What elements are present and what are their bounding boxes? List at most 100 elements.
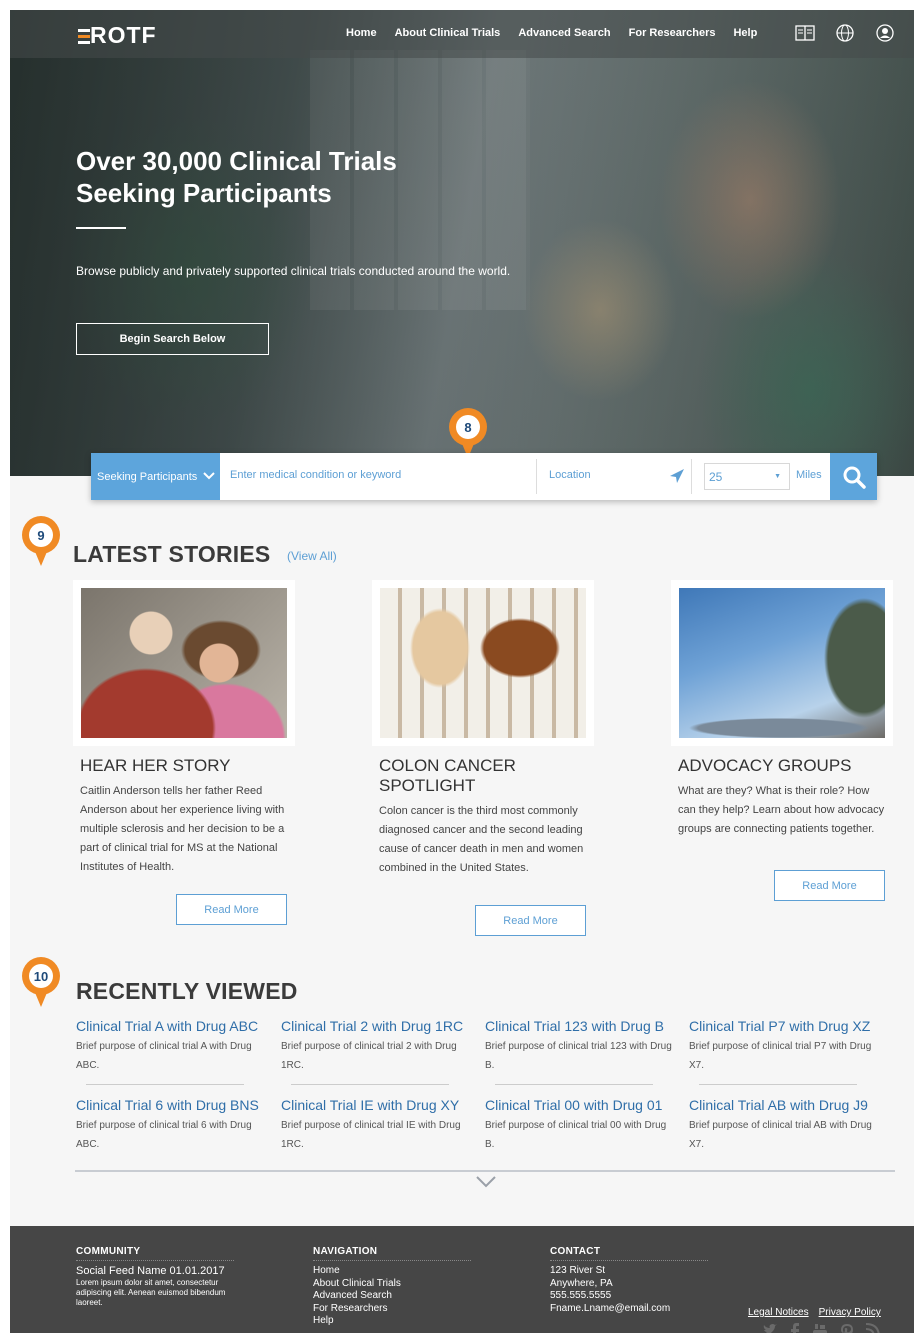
- story-title[interactable]: ADVOCACY GROUPS: [671, 756, 871, 776]
- social-feed-title[interactable]: Social Feed Name 01.01.2017: [76, 1265, 234, 1277]
- story-photo[interactable]: [81, 588, 287, 738]
- recent-trial-description: Brief purpose of clinical trial AB with …: [689, 1120, 872, 1150]
- twitter-icon[interactable]: [762, 1323, 778, 1333]
- read-more-button[interactable]: Read More: [774, 870, 885, 901]
- globe-icon[interactable]: [835, 23, 855, 43]
- nav-link-home[interactable]: Home: [346, 27, 377, 39]
- annotation-marker-number: 8: [456, 415, 480, 439]
- youtube-icon[interactable]: [812, 1323, 828, 1333]
- footer-heading: CONTACT: [550, 1246, 708, 1261]
- footer-navigation: NAVIGATION Home About Clinical Trials Ad…: [313, 1246, 471, 1328]
- trial-status-dropdown[interactable]: Seeking Participants: [91, 453, 220, 500]
- logo-text: ROTF: [90, 22, 157, 48]
- recent-trial-item: Clinical Trial 2 with Drug 1RC Brief pur…: [281, 1018, 471, 1075]
- story-image-frame: [73, 580, 295, 746]
- search-icon: [843, 466, 866, 489]
- divider: [536, 459, 537, 494]
- story-title[interactable]: HEAR HER STORY: [73, 756, 273, 776]
- keyword-search-input[interactable]: Enter medical condition or keyword: [230, 469, 401, 481]
- hero-photo-overlay: [10, 10, 914, 476]
- recent-trial-description: Brief purpose of clinical trial A with D…: [76, 1041, 252, 1071]
- recent-trial-link[interactable]: Clinical Trial 123 with Drug B: [485, 1018, 675, 1034]
- footer-heading: COMMUNITY: [76, 1246, 234, 1261]
- section-divider: [75, 1170, 895, 1172]
- recent-trial-link[interactable]: Clinical Trial 00 with Drug 01: [485, 1097, 675, 1113]
- contact-phone[interactable]: 555.555.5555: [550, 1290, 708, 1303]
- recent-trial-link[interactable]: Clinical Trial P7 with Drug XZ: [689, 1018, 879, 1034]
- footer-contact: CONTACT 123 River St Anywhere, PA 555.55…: [550, 1246, 708, 1315]
- story-card: COLON CANCER SPOTLIGHT Colon cancer is t…: [372, 580, 594, 950]
- divider: [495, 1084, 653, 1085]
- recent-trial-description: Brief purpose of clinical trial P7 with …: [689, 1041, 872, 1071]
- location-input[interactable]: Location: [549, 469, 591, 481]
- footer-community: COMMUNITY Social Feed Name 01.01.2017 Lo…: [76, 1246, 234, 1308]
- divider: [699, 1084, 857, 1085]
- footer: COMMUNITY Social Feed Name 01.01.2017 Lo…: [10, 1226, 914, 1333]
- site-logo[interactable]: ROTF: [78, 22, 157, 49]
- recent-trial-link[interactable]: Clinical Trial AB with Drug J9: [689, 1097, 879, 1113]
- recent-trial-item: Clinical Trial A with Drug ABC Brief pur…: [76, 1018, 266, 1075]
- divider: [86, 1084, 244, 1085]
- story-card: HEAR HER STORY Caitlin Anderson tells he…: [73, 580, 295, 940]
- top-navigation: ROTF Home About Clinical Trials Advanced…: [10, 10, 914, 58]
- facebook-icon[interactable]: [790, 1323, 800, 1333]
- recent-trial-description: Brief purpose of clinical trial IE with …: [281, 1120, 461, 1150]
- search-button[interactable]: [830, 453, 877, 500]
- footer-link-home[interactable]: Home: [313, 1265, 471, 1278]
- nav-link-for-researchers[interactable]: For Researchers: [629, 27, 716, 39]
- pinterest-icon[interactable]: [840, 1323, 854, 1333]
- recent-trial-item: Clinical Trial 00 with Drug 01 Brief pur…: [485, 1097, 675, 1154]
- footer-link-about-clinical-trials[interactable]: About Clinical Trials: [313, 1278, 471, 1291]
- footer-link-for-researchers[interactable]: For Researchers: [313, 1303, 471, 1316]
- recent-trial-description: Brief purpose of clinical trial 6 with D…: [76, 1120, 252, 1150]
- distance-value: 25: [709, 470, 723, 484]
- story-image-frame: [372, 580, 594, 746]
- story-excerpt: Caitlin Anderson tells her father Reed A…: [80, 785, 285, 873]
- read-more-button[interactable]: Read More: [475, 905, 586, 936]
- nav-link-advanced-search[interactable]: Advanced Search: [518, 27, 610, 39]
- distance-select[interactable]: 25 ▼: [704, 463, 790, 490]
- recent-trial-link[interactable]: Clinical Trial A with Drug ABC: [76, 1018, 266, 1034]
- hero-banner: ROTF Home About Clinical Trials Advanced…: [10, 10, 914, 476]
- nav-link-help[interactable]: Help: [733, 27, 757, 39]
- book-icon[interactable]: [795, 23, 815, 43]
- hero-title-line-2: Seeking Participants: [76, 178, 332, 208]
- recent-trial-description: Brief purpose of clinical trial 123 with…: [485, 1041, 672, 1071]
- begin-search-button[interactable]: Begin Search Below: [76, 323, 269, 355]
- annotation-marker-10: 10: [22, 957, 60, 1009]
- rss-icon[interactable]: [865, 1323, 880, 1333]
- legal-notices-link[interactable]: Legal Notices: [748, 1307, 809, 1318]
- story-photo[interactable]: [679, 588, 885, 738]
- story-title[interactable]: COLON CANCER SPOTLIGHT: [372, 756, 572, 796]
- recent-trial-link[interactable]: Clinical Trial 6 with Drug BNS: [76, 1097, 266, 1113]
- story-photo[interactable]: [380, 588, 586, 738]
- story-excerpt: Colon cancer is the third most commonly …: [379, 805, 584, 874]
- recent-trial-link[interactable]: Clinical Trial IE with Drug XY: [281, 1097, 471, 1113]
- footer-link-advanced-search[interactable]: Advanced Search: [313, 1290, 471, 1303]
- story-image-frame: [671, 580, 893, 746]
- view-all-stories-link[interactable]: (View All): [287, 549, 337, 563]
- story-excerpt: What are they? What is their role? How c…: [678, 785, 885, 835]
- recently-viewed-heading: RECENTLY VIEWED: [76, 978, 298, 1004]
- contact-email[interactable]: Fname.Lname@email.com: [550, 1303, 708, 1316]
- footer-heading: NAVIGATION: [313, 1246, 471, 1261]
- read-more-button[interactable]: Read More: [176, 894, 287, 925]
- caret-down-icon: ▼: [774, 473, 781, 480]
- nav-link-about-clinical-trials[interactable]: About Clinical Trials: [395, 27, 501, 39]
- recent-trial-link[interactable]: Clinical Trial 2 with Drug 1RC: [281, 1018, 471, 1034]
- annotation-marker-number: 9: [29, 523, 53, 547]
- recent-trial-description: Brief purpose of clinical trial 00 with …: [485, 1120, 667, 1150]
- location-arrow-icon[interactable]: [669, 468, 685, 489]
- chevron-down-icon: [203, 471, 215, 483]
- user-icon[interactable]: [875, 23, 895, 43]
- nav-links: Home About Clinical Trials Advanced Sear…: [346, 27, 775, 39]
- footer-link-help[interactable]: Help: [313, 1315, 471, 1328]
- social-icons: [762, 1323, 880, 1333]
- chevron-down-icon[interactable]: [476, 1175, 496, 1193]
- story-card: ADVOCACY GROUPS What are they? What is t…: [671, 580, 893, 920]
- recent-trial-item: Clinical Trial AB with Drug J9 Brief pur…: [689, 1097, 879, 1154]
- latest-stories-heading: LATEST STORIES: [73, 541, 271, 567]
- hero-title: Over 30,000 Clinical Trials Seeking Part…: [76, 145, 496, 209]
- privacy-policy-link[interactable]: Privacy Policy: [819, 1307, 881, 1318]
- recent-trial-item: Clinical Trial 123 with Drug B Brief pur…: [485, 1018, 675, 1075]
